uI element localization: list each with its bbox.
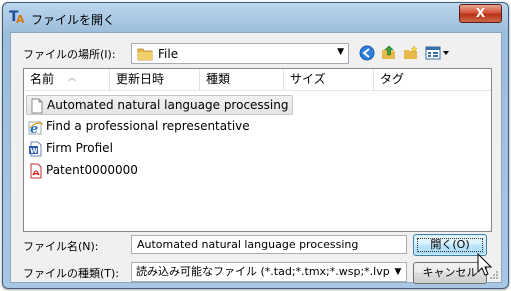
- file-type-value: 読み込み可能なファイル (*.tad;*.tmx;*.wsp;*.lvp;*.l: [136, 265, 406, 278]
- file-type-label: ファイルの種類(T):: [23, 267, 120, 280]
- look-in-dropdown[interactable]: File ▼: [131, 43, 349, 64]
- app-logo-icon: TA: [9, 9, 25, 26]
- new-folder-icon: [404, 45, 418, 59]
- file-name: Patent0000000: [46, 163, 138, 177]
- title-bar[interactable]: TA ファイルを開く X: [3, 3, 508, 33]
- file-row[interactable]: e Find a professional representative: [26, 117, 254, 137]
- chevron-down-icon: ▼: [390, 263, 406, 281]
- chevron-down-icon: ▼: [337, 47, 344, 57]
- column-header-name[interactable]: ︿ 名前: [24, 69, 110, 91]
- folder-icon: [137, 48, 153, 61]
- file-row-selected[interactable]: Automated natural language processing: [26, 95, 294, 115]
- back-button[interactable]: [357, 43, 377, 63]
- internet-explorer-icon: e: [28, 121, 44, 135]
- sort-ascending-icon: ︿: [68, 73, 76, 82]
- dialog-body: ファイルの場所(I): File ▼ ︿ 名前 更新日時 種類 サイズ タグ A…: [10, 32, 502, 284]
- window-title: ファイルを開く: [31, 13, 116, 27]
- document-icon: [31, 98, 43, 113]
- look-in-value: File: [158, 47, 179, 61]
- file-name-input[interactable]: Automated natural language processing: [131, 235, 407, 254]
- column-header-modified[interactable]: 更新日時: [110, 69, 200, 91]
- file-name-label: ファイル名(N):: [23, 240, 99, 253]
- close-button[interactable]: X: [459, 4, 502, 23]
- file-row[interactable]: W Firm Profiel: [26, 139, 117, 159]
- back-icon: [359, 45, 375, 61]
- file-type-select[interactable]: 読み込み可能なファイル (*.tad;*.tmx;*.wsp;*.lvp;*.l…: [131, 262, 407, 282]
- column-header-type[interactable]: 種類: [200, 69, 284, 91]
- views-menu-icon: [425, 46, 449, 60]
- file-name: Find a professional representative: [46, 119, 250, 133]
- views-menu-button[interactable]: [424, 43, 452, 63]
- resize-grip-icon[interactable]: [489, 270, 499, 280]
- file-name: Firm Profiel: [46, 141, 113, 155]
- look-in-label: ファイルの場所(I):: [23, 48, 116, 61]
- new-folder-button[interactable]: [401, 43, 421, 63]
- column-header-tags[interactable]: タグ: [374, 69, 458, 91]
- open-button[interactable]: 開く(O): [413, 234, 487, 256]
- svg-text:W: W: [30, 147, 38, 155]
- file-list[interactable]: ︿ 名前 更新日時 種類 サイズ タグ Automated natural la…: [23, 68, 492, 232]
- column-header-size[interactable]: サイズ: [284, 69, 374, 91]
- column-header-row: ︿ 名前 更新日時 種類 サイズ タグ: [24, 69, 491, 91]
- cancel-button[interactable]: キャンセル: [413, 262, 487, 284]
- up-folder-icon: [382, 45, 395, 59]
- pdf-icon: [30, 163, 42, 178]
- word-document-icon: W: [29, 141, 42, 156]
- open-file-dialog: TA ファイルを開く X ファイルの場所(I): File ▼ ︿ 名前 更新日…: [2, 2, 509, 289]
- file-row[interactable]: Patent0000000: [26, 161, 142, 181]
- file-name: Automated natural language processing: [47, 98, 289, 112]
- up-folder-button[interactable]: [379, 43, 399, 63]
